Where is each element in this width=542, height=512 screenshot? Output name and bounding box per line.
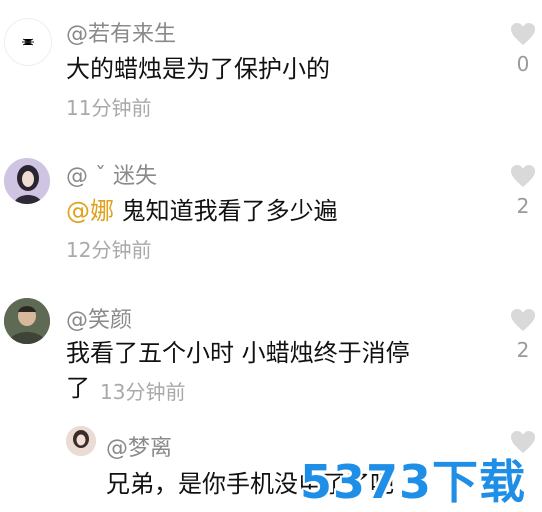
- heart-icon: [511, 309, 535, 331]
- comment-item: @若有来生 大的蜡烛是为了保护小的 11分钟前 0: [0, 0, 542, 140]
- comment-author[interactable]: @笑颜: [66, 302, 132, 334]
- heart-icon: [511, 165, 535, 187]
- watermark-logo: 5373下载: [300, 455, 527, 509]
- like-count: 0: [516, 52, 530, 76]
- like-count: 2: [516, 338, 530, 362]
- avatar-image: [66, 426, 96, 456]
- avatar[interactable]: [4, 18, 52, 66]
- like-button[interactable]: 0: [508, 22, 538, 76]
- comment-time: 13分钟前: [100, 380, 186, 404]
- comment-time: 12分钟前: [66, 238, 152, 262]
- comment-author[interactable]: @若有来生: [66, 16, 176, 48]
- comment-text-line2: 了: [66, 374, 90, 402]
- reply-author[interactable]: @梦离: [106, 430, 172, 462]
- like-count: 2: [516, 194, 530, 218]
- avatar-image: [4, 298, 50, 344]
- avatar[interactable]: [4, 298, 50, 344]
- comment-item: @ ˇ 迷失 @娜 鬼知道我看了多少遍 12分钟前 2: [0, 140, 542, 282]
- like-button[interactable]: 2: [508, 308, 538, 362]
- comment-text: @娜 鬼知道我看了多少遍: [66, 194, 338, 228]
- like-button[interactable]: 2: [508, 164, 538, 218]
- comment-item: @笑颜 我看了五个小时 小蜡烛终于消停 了 13分钟前 2: [0, 282, 542, 412]
- comment-text: 我看了五个小时 小蜡烛终于消停: [66, 339, 410, 367]
- heart-icon: [511, 23, 535, 45]
- avatar[interactable]: [4, 158, 50, 204]
- comment-author[interactable]: @ ˇ 迷失: [66, 158, 157, 190]
- spider-icon: [22, 38, 34, 46]
- comment-text: 大的蜡烛是为了保护小的: [66, 55, 330, 83]
- comment-text-body: 鬼知道我看了多少遍: [114, 197, 338, 225]
- avatar-image: [4, 158, 50, 204]
- comment-time: 11分钟前: [66, 96, 152, 120]
- mention-link[interactable]: @娜: [66, 197, 114, 225]
- avatar[interactable]: [66, 426, 96, 456]
